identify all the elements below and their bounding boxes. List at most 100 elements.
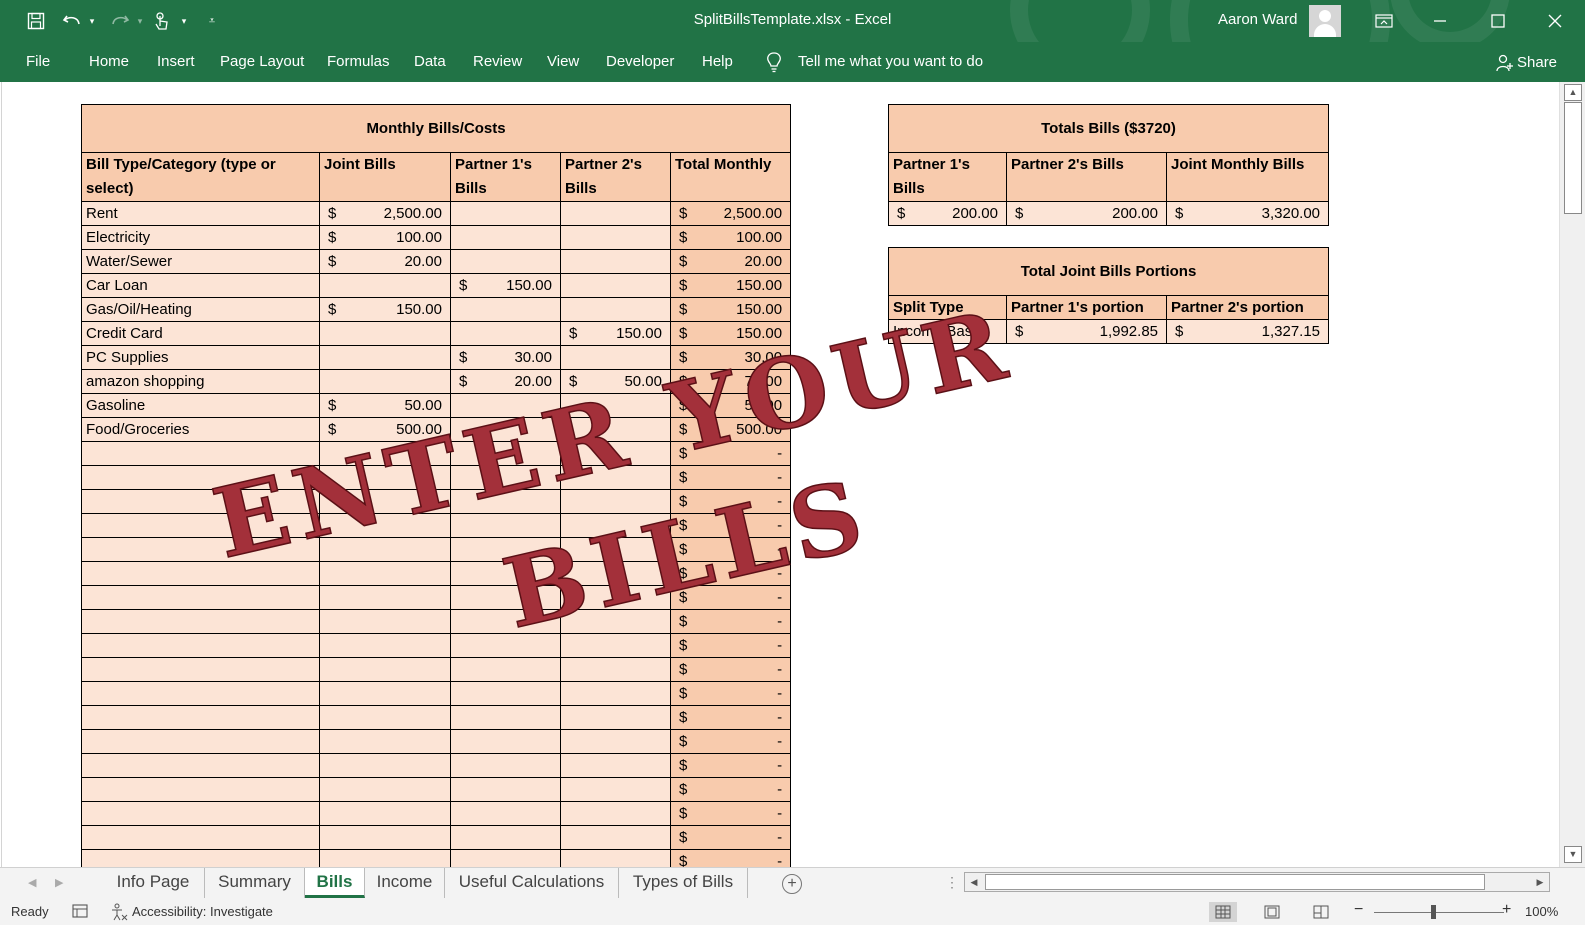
category-cell[interactable] bbox=[81, 609, 320, 634]
scroll-up-icon[interactable]: ▲ bbox=[1564, 84, 1582, 101]
category-cell[interactable] bbox=[81, 513, 320, 538]
joint-cell[interactable] bbox=[319, 801, 451, 826]
partner2-cell[interactable] bbox=[560, 249, 671, 274]
partner2-cell[interactable] bbox=[560, 753, 671, 778]
partner1-cell[interactable] bbox=[450, 513, 561, 538]
category-cell[interactable]: PC Supplies bbox=[81, 345, 320, 370]
user-name[interactable]: Aaron Ward bbox=[1218, 11, 1297, 28]
total-cell[interactable]: $500.00 bbox=[669, 417, 792, 442]
partner1-cell[interactable] bbox=[450, 825, 561, 850]
share-button[interactable]: Share bbox=[1517, 54, 1557, 71]
total-cell[interactable]: $30.00 bbox=[669, 345, 792, 370]
partner2-cell[interactable]: $150.00 bbox=[560, 321, 671, 346]
category-cell[interactable]: Water/Sewer bbox=[81, 249, 320, 274]
partner1-cell[interactable]: $20.00 bbox=[450, 369, 561, 394]
scroll-left-icon[interactable]: ◀ bbox=[966, 874, 982, 890]
joint-cell[interactable]: $20.00 bbox=[319, 249, 451, 274]
partner2-cell[interactable] bbox=[560, 825, 671, 850]
partner2-cell[interactable] bbox=[560, 849, 671, 867]
header-total-monthly[interactable]: Total Monthly bbox=[669, 152, 792, 202]
partner1-cell[interactable] bbox=[450, 777, 561, 802]
partner1-cell[interactable]: $30.00 bbox=[450, 345, 561, 370]
partner2-cell[interactable] bbox=[560, 705, 671, 730]
header-partner2-bills[interactable]: Partner 2's Bills bbox=[560, 152, 671, 202]
tab-review[interactable]: Review bbox=[473, 53, 522, 70]
joint-cell[interactable] bbox=[319, 537, 451, 562]
partner1-cell[interactable] bbox=[450, 489, 561, 514]
total-cell[interactable]: $2,500.00 bbox=[669, 201, 792, 226]
tell-me-search[interactable]: Tell me what you want to do bbox=[798, 53, 983, 70]
partner2-cell[interactable]: $50.00 bbox=[560, 369, 671, 394]
tab-formulas[interactable]: Formulas bbox=[327, 53, 390, 70]
total-cell[interactable]: $ - bbox=[669, 441, 792, 466]
total-cell[interactable]: $ - bbox=[669, 681, 792, 706]
totals-header-joint[interactable]: Joint Monthly Bills bbox=[1165, 152, 1330, 202]
joint-cell[interactable] bbox=[319, 825, 451, 850]
worksheet-grid[interactable]: Monthly Bills/Costs Bill Type/Category (… bbox=[1, 82, 1558, 867]
vertical-scroll-thumb[interactable] bbox=[1564, 102, 1582, 214]
sheet-tab-income[interactable]: Income bbox=[365, 868, 445, 898]
sheet-tab-summary[interactable]: Summary bbox=[205, 868, 305, 898]
sheet-tab-info-page[interactable]: Info Page bbox=[102, 868, 205, 898]
joint-cell[interactable] bbox=[319, 849, 451, 867]
joint-cell[interactable] bbox=[319, 705, 451, 730]
partner1-cell[interactable] bbox=[450, 681, 561, 706]
portions-header-partner2[interactable]: Partner 2's portion bbox=[1165, 295, 1330, 320]
partner2-cell[interactable] bbox=[560, 801, 671, 826]
tab-insert[interactable]: Insert bbox=[157, 53, 195, 70]
joint-cell[interactable]: $2,500.00 bbox=[319, 201, 451, 226]
joint-cell[interactable]: $50.00 bbox=[319, 393, 451, 418]
partner1-cell[interactable] bbox=[450, 537, 561, 562]
partner1-cell[interactable] bbox=[450, 561, 561, 586]
ribbon-display-options-icon[interactable] bbox=[1364, 6, 1404, 36]
total-cell[interactable]: $100.00 bbox=[669, 225, 792, 250]
partner1-cell[interactable] bbox=[450, 585, 561, 610]
joint-cell[interactable] bbox=[319, 273, 451, 298]
total-cell[interactable]: $ - bbox=[669, 801, 792, 826]
partner2-cell[interactable] bbox=[560, 537, 671, 562]
total-cell[interactable]: $ - bbox=[669, 705, 792, 730]
sheet-tab-bills[interactable]: Bills bbox=[305, 868, 365, 898]
tab-scroll-left-icon[interactable]: ◀ bbox=[28, 876, 36, 889]
zoom-out-icon[interactable]: − bbox=[1354, 901, 1363, 919]
total-cell[interactable]: $ - bbox=[669, 489, 792, 514]
partner1-cell[interactable] bbox=[450, 849, 561, 867]
maximize-icon[interactable] bbox=[1478, 6, 1518, 36]
category-cell[interactable] bbox=[81, 441, 320, 466]
category-cell[interactable] bbox=[81, 585, 320, 610]
horizontal-scroll-thumb[interactable] bbox=[985, 874, 1485, 890]
total-cell[interactable]: $150.00 bbox=[669, 273, 792, 298]
total-cell[interactable]: $ - bbox=[669, 849, 792, 867]
joint-cell[interactable]: $500.00 bbox=[319, 417, 451, 442]
tab-data[interactable]: Data bbox=[414, 53, 446, 70]
tab-page-layout[interactable]: Page Layout bbox=[220, 53, 304, 70]
total-cell[interactable]: $20.00 bbox=[669, 249, 792, 274]
partner2-cell[interactable] bbox=[560, 633, 671, 658]
header-category[interactable]: Bill Type/Category (type or select) bbox=[81, 152, 320, 202]
partner1-cell[interactable] bbox=[450, 321, 561, 346]
total-cell[interactable]: $150.00 bbox=[669, 321, 792, 346]
joint-cell[interactable] bbox=[319, 657, 451, 682]
category-cell[interactable]: Electricity bbox=[81, 225, 320, 250]
partner2-cell[interactable] bbox=[560, 441, 671, 466]
partner2-cell[interactable] bbox=[560, 201, 671, 226]
partner1-cell[interactable] bbox=[450, 225, 561, 250]
joint-cell[interactable] bbox=[319, 681, 451, 706]
partner1-cell[interactable] bbox=[450, 465, 561, 490]
tab-developer[interactable]: Developer bbox=[606, 53, 674, 70]
add-sheet-icon[interactable]: + bbox=[782, 874, 802, 894]
total-cell[interactable]: $50.00 bbox=[669, 393, 792, 418]
joint-cell[interactable] bbox=[319, 633, 451, 658]
total-cell[interactable]: $ - bbox=[669, 753, 792, 778]
partner1-cell[interactable] bbox=[450, 297, 561, 322]
partner1-cell[interactable] bbox=[450, 609, 561, 634]
category-cell[interactable]: Food/Groceries bbox=[81, 417, 320, 442]
total-cell[interactable]: $ - bbox=[669, 585, 792, 610]
joint-cell[interactable] bbox=[319, 441, 451, 466]
sheet-tab-types-of-bills[interactable]: Types of Bills bbox=[619, 868, 748, 898]
split-type-cell[interactable]: Income Based bbox=[888, 319, 1007, 344]
tab-home[interactable]: Home bbox=[89, 53, 129, 70]
category-cell[interactable] bbox=[81, 729, 320, 754]
partner2-cell[interactable] bbox=[560, 609, 671, 634]
category-cell[interactable] bbox=[81, 777, 320, 802]
